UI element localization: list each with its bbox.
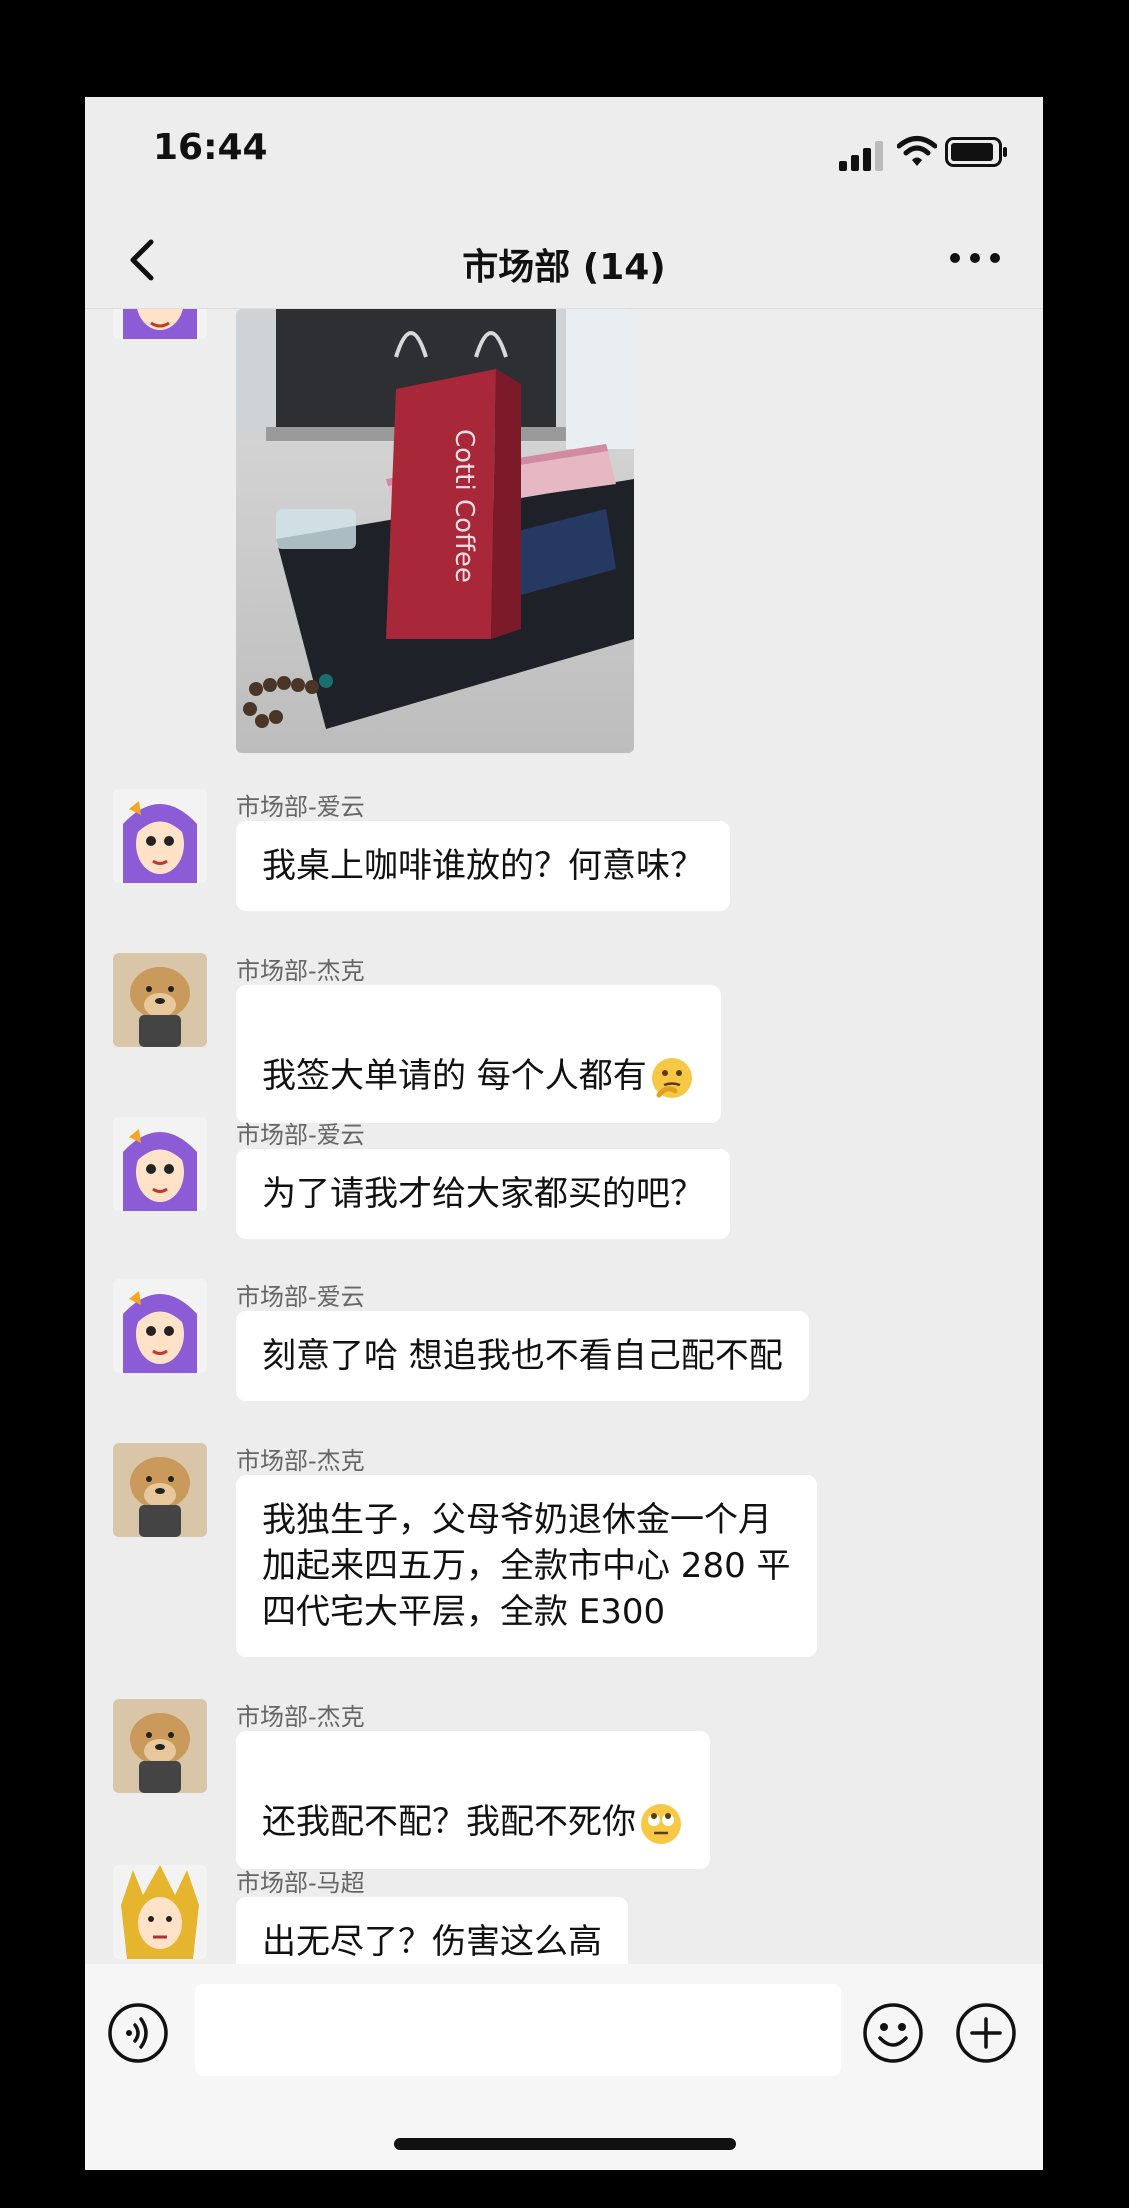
sender-name: 市场部-杰克 — [236, 1447, 365, 1475]
sender-name: 市场部-爱云 — [236, 1283, 365, 1311]
eye-roll-face-icon — [641, 1803, 681, 1844]
message-input[interactable] — [195, 1984, 841, 2076]
avatar[interactable] — [113, 953, 207, 1047]
avatar[interactable] — [113, 1443, 207, 1537]
message-bubble[interactable]: 为了请我才给大家都买的吧？ — [236, 1149, 730, 1239]
home-indicator — [394, 2138, 736, 2150]
battery-icon — [945, 137, 1007, 167]
message-bubble[interactable]: 出无尽了？伤害这么高 — [236, 1897, 628, 1964]
bag-brand-text: Cotti Coffee — [449, 429, 479, 583]
sender-name: 市场部-杰克 — [236, 1703, 365, 1731]
signal-icon — [839, 141, 883, 171]
message-bubble[interactable]: 我签大单请的 每个人都有 — [236, 985, 721, 1123]
more-options-icon[interactable] — [945, 238, 1005, 278]
wifi-icon — [897, 136, 937, 166]
message-bubble[interactable]: 我独生子，父母爷奶退休金一个月 加起来四五万，全款市中心 280 平 四代宅大平… — [236, 1475, 817, 1657]
message-text: 还我配不配？我配不死你 — [262, 1802, 636, 1842]
nav-bar: 市场部 (14) — [85, 212, 1043, 309]
avatar[interactable] — [113, 1699, 207, 1793]
status-bar: 16:44 — [85, 97, 1043, 212]
coffee-bag-photo[interactable]: Cotti Coffee — [236, 309, 634, 753]
phone-screen: 16:44 市场部 (14) Cotti Coffee 市场部-爱云 我桌上咖啡… — [85, 97, 1043, 2170]
add-plus-icon[interactable] — [955, 2002, 1017, 2064]
avatar[interactable] — [113, 1865, 207, 1959]
sender-name: 市场部-爱云 — [236, 1121, 365, 1149]
avatar[interactable] — [113, 1279, 207, 1373]
avatar[interactable] — [113, 309, 207, 339]
input-bar — [85, 1964, 1043, 2170]
sender-name: 市场部-马超 — [236, 1869, 365, 1897]
sender-name: 市场部-爱云 — [236, 793, 365, 821]
avatar[interactable] — [113, 789, 207, 883]
message-bubble[interactable]: 还我配不配？我配不死你 — [236, 1731, 710, 1869]
avatar[interactable] — [113, 1117, 207, 1211]
status-time: 16:44 — [153, 127, 268, 168]
chat-title: 市场部 (14) — [462, 247, 666, 288]
emoji-icon[interactable] — [862, 2002, 924, 2064]
message-text: 我签大单请的 每个人都有 — [262, 1056, 647, 1096]
sender-name: 市场部-杰克 — [236, 957, 365, 985]
message-bubble[interactable]: 我桌上咖啡谁放的？何意味？ — [236, 821, 730, 911]
message-bubble[interactable]: 刻意了哈 想追我也不看自己配不配 — [236, 1311, 809, 1401]
voice-input-icon[interactable] — [107, 2002, 169, 2064]
thinking-face-icon — [651, 1057, 692, 1098]
chat-message-list[interactable]: Cotti Coffee 市场部-爱云 我桌上咖啡谁放的？何意味？ 市场部-杰克… — [85, 309, 1043, 1964]
